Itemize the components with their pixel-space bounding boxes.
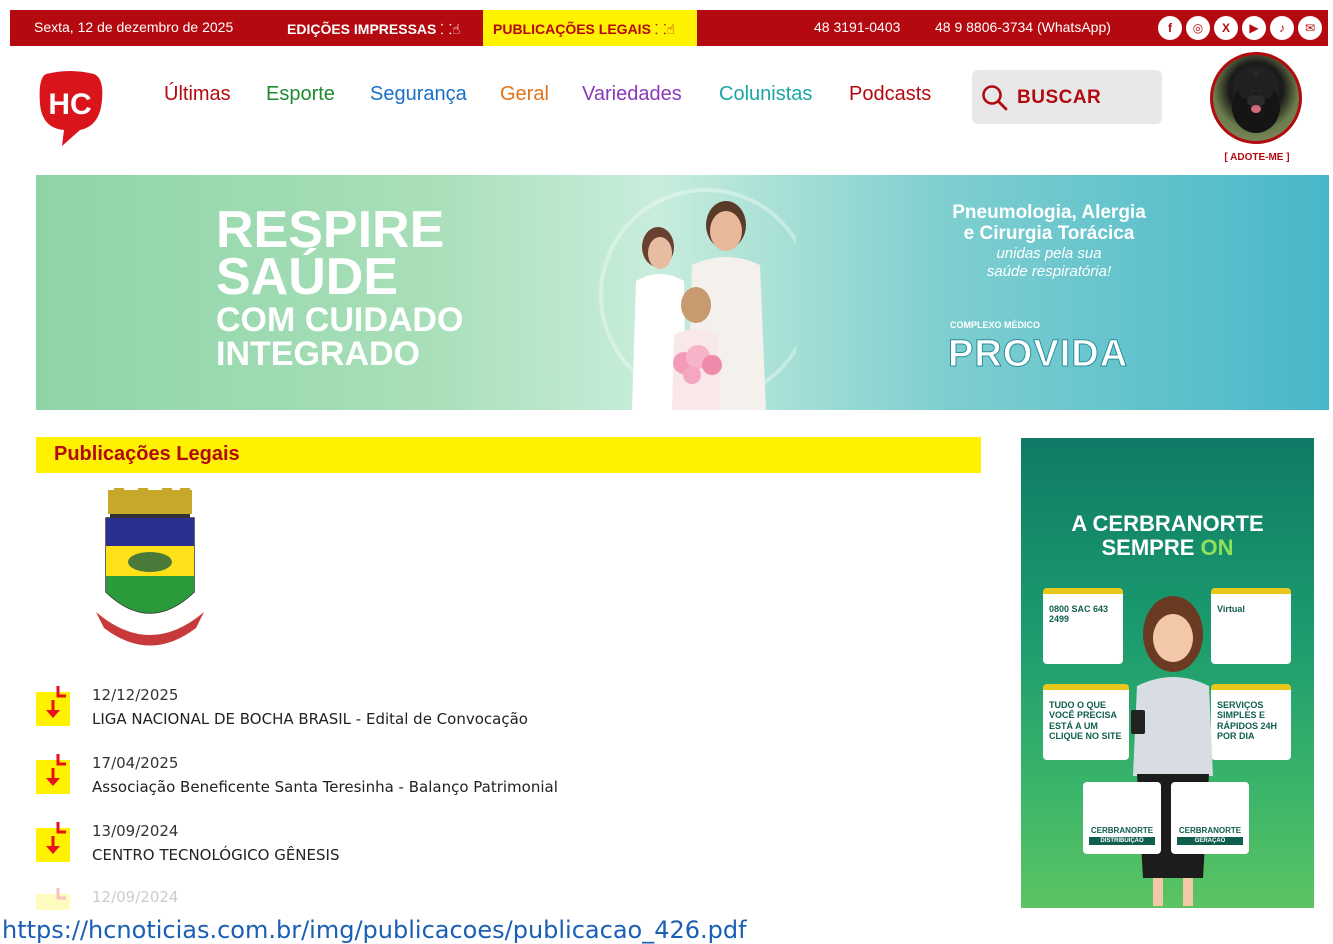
edicoes-impressas-label: EDIÇÕES IMPRESSAS	[287, 21, 437, 37]
cerbranorte-geracao-logo: CERBRANORTE GERAÇÃO	[1171, 782, 1249, 854]
brand-sub: DISTRIBUIÇÃO	[1089, 837, 1155, 845]
brand-name: CERBRANORTE	[1090, 826, 1154, 835]
search-icon	[982, 85, 1008, 111]
whatsapp-number[interactable]: 48 9 8806-3734 (WhatsApp)	[935, 19, 1111, 35]
publication-item[interactable]: 12/12/2025 LIGA NACIONAL DE BOCHA BRASIL…	[36, 686, 936, 738]
facebook-icon[interactable]: f	[1158, 16, 1182, 40]
banner-tagline-line: unidas pela sua	[996, 244, 1102, 262]
banner-family-image	[599, 188, 796, 410]
adopt-pet-image[interactable]	[1210, 52, 1302, 144]
download-icon	[36, 822, 70, 862]
publication-title[interactable]: Associação Beneficente Santa Teresinha -…	[92, 778, 558, 796]
provida-banner[interactable]: RESPIRE SAÚDE COM CUIDADO INTEGRADO Pneu…	[36, 175, 1329, 410]
nav-colunistas[interactable]: Colunistas	[719, 83, 812, 106]
site-logo[interactable]: HC	[36, 70, 104, 148]
nav-geral[interactable]: Geral	[500, 83, 549, 106]
email-icon[interactable]: ✉	[1298, 16, 1322, 40]
click-icon: ⸬☝	[654, 21, 676, 37]
search-label: BUSCAR	[1017, 87, 1102, 108]
ad-card-text: 0800 SAC 643 2499	[1049, 604, 1109, 625]
nav-podcasts[interactable]: Podcasts	[849, 83, 931, 106]
section-title: Publicações Legais	[54, 443, 240, 465]
publicacoes-legais-label: PUBLICAÇÕES LEGAIS	[493, 21, 651, 37]
svg-text:HC: HC	[48, 88, 91, 121]
ad-title-line: A CERBRANORTE	[1071, 511, 1264, 536]
current-date: Sexta, 12 de dezembro de 2025	[34, 19, 234, 35]
cerbranorte-ad[interactable]: A CERBRANORTE SEMPRE ON 0800 SAC 643 249…	[1021, 438, 1314, 908]
section-header: Publicações Legais	[36, 437, 981, 473]
publication-date: 12/09/2024	[92, 888, 179, 906]
social-links: f ◎ X ▶ ♪ ✉	[1158, 16, 1322, 40]
banner-specialty-line: e Cirurgia Torácica	[963, 222, 1135, 244]
nav-seguranca[interactable]: Segurança	[370, 83, 467, 106]
tiktok-icon[interactable]: ♪	[1270, 16, 1294, 40]
publicacoes-legais-link[interactable]: PUBLICAÇÕES LEGAIS ⸬☝	[483, 10, 697, 46]
banner-headline: RESPIRE SAÚDE COM CUIDADO INTEGRADO	[216, 201, 464, 374]
download-icon	[36, 686, 70, 726]
publication-date: 17/04/2025	[92, 754, 179, 772]
publication-date: 12/12/2025	[92, 686, 179, 704]
banner-tagline-line: saúde respiratória!	[986, 262, 1112, 280]
search-button[interactable]: BUSCAR	[972, 70, 1162, 124]
publication-item[interactable]: 13/09/2024 CENTRO TECNOLÓGICO GÊNESIS	[36, 822, 936, 874]
instagram-icon[interactable]: ◎	[1186, 16, 1210, 40]
brand-name: CERBRANORTE	[1178, 826, 1242, 835]
download-icon	[36, 754, 70, 794]
banner-headline-line: RESPIRE	[216, 201, 445, 259]
publication-item[interactable]: 17/04/2025 Associação Beneficente Santa …	[36, 754, 936, 806]
top-bar: Sexta, 12 de dezembro de 2025 EDIÇÕES IM…	[10, 10, 1328, 46]
status-bar-url: https://hcnoticias.com.br/img/publicacoe…	[0, 910, 840, 944]
nav-ultimas[interactable]: Últimas	[164, 83, 231, 106]
ad-woman-image	[1131, 596, 1213, 906]
click-icon: ⸬☝	[440, 21, 461, 37]
x-icon[interactable]: X	[1214, 16, 1238, 40]
cerbranorte-distribuicao-logo: CERBRANORTE DISTRIBUIÇÃO	[1083, 782, 1161, 854]
publication-title[interactable]: CENTRO TECNOLÓGICO GÊNESIS	[92, 846, 339, 864]
banner-brand: PROVIDA	[947, 333, 1129, 376]
nav-variedades[interactable]: Variedades	[582, 83, 682, 106]
youtube-icon[interactable]: ▶	[1242, 16, 1266, 40]
publication-date: 13/09/2024	[92, 822, 179, 840]
ad-title: A CERBRANORTE SEMPRE ON	[1021, 511, 1314, 561]
banner-right-text: Pneumologia, Alergia e Cirurgia Torácica…	[934, 202, 1164, 281]
power-on-label: ON	[1200, 535, 1234, 561]
phone-number[interactable]: 48 3191-0403	[814, 19, 900, 35]
brand-sub: GERAÇÃO	[1177, 837, 1243, 845]
nav-esporte[interactable]: Esporte	[266, 83, 335, 106]
banner-headline-line: SAÚDE	[216, 247, 399, 306]
municipal-crest-image	[96, 488, 204, 646]
publication-title[interactable]: LIGA NACIONAL DE BOCHA BRASIL - Edital d…	[92, 710, 528, 728]
edicoes-impressas-link[interactable]: EDIÇÕES IMPRESSAS ⸬☝	[277, 10, 478, 46]
adopt-label[interactable]: [ ADOTE-ME ]	[1215, 152, 1299, 164]
banner-headline-line: COM CUIDADO	[216, 300, 464, 339]
banner-headline-line: INTEGRADO	[216, 335, 420, 374]
banner-small-label: COMPLEXO MÉDICO	[950, 320, 1041, 330]
banner-specialty-line: Pneumologia, Alergia	[952, 202, 1146, 223]
ad-title-line: SEMPRE	[1101, 535, 1195, 561]
